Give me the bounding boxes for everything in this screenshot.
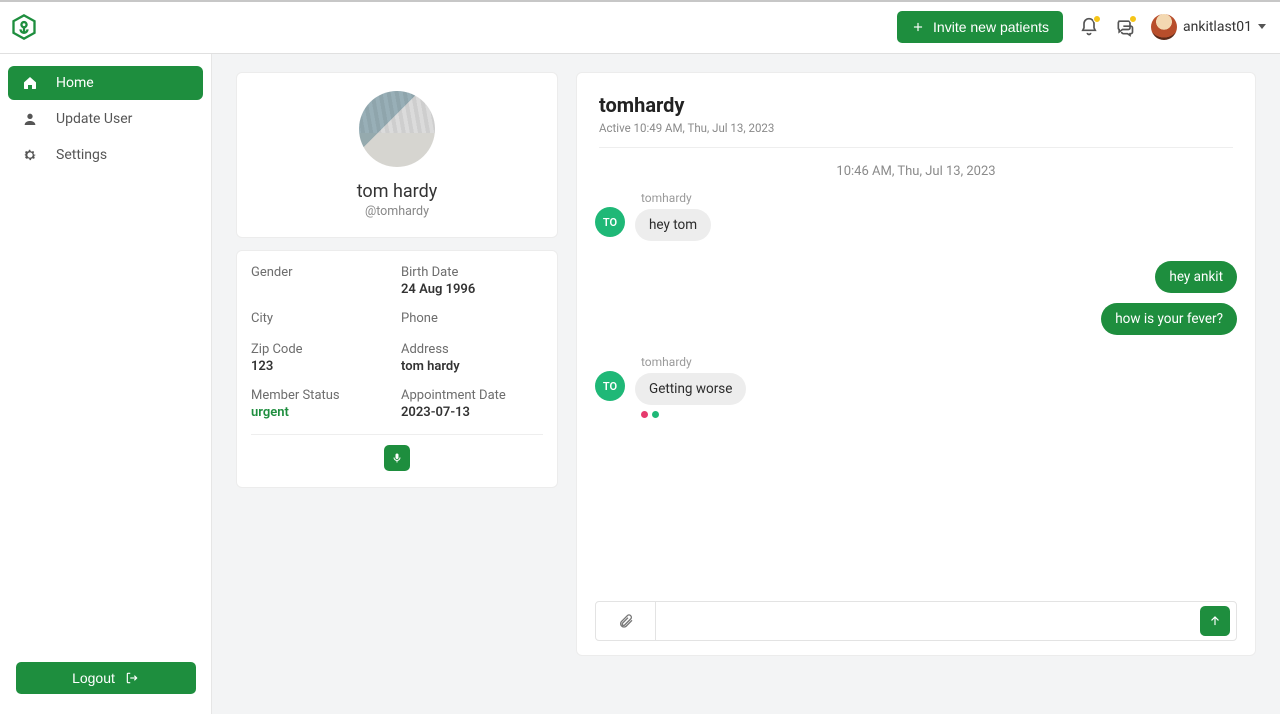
logout-button[interactable]: Logout (16, 662, 196, 694)
message-row: TO tomhardy Getting worse (595, 355, 1237, 418)
sender-avatar: TO (595, 371, 625, 401)
home-icon (22, 75, 38, 91)
sidebar-item-label: Home (56, 75, 94, 91)
messages-dot (1129, 15, 1137, 23)
profile-handle: @tomhardy (255, 204, 539, 219)
chat-active-status: Active 10:49 AM, Thu, Jul 13, 2023 (599, 121, 1233, 135)
profile-card: tom hardy @tomhardy (236, 72, 558, 238)
message-row-mine: hey ankit how is your fever? (595, 261, 1237, 335)
message-bubble: how is your fever? (1101, 303, 1237, 335)
avatar (1151, 14, 1177, 40)
field-zip: Zip Code 123 (251, 342, 393, 374)
user-icon (22, 111, 38, 127)
send-button[interactable] (1200, 606, 1230, 636)
message-bubble: hey tom (635, 209, 711, 241)
main-content: tom hardy @tomhardy Gender Birth Date 24… (212, 54, 1280, 714)
typing-indicator (641, 411, 659, 418)
message-sender: tomhardy (641, 191, 692, 205)
chat-date-divider: 10:46 AM, Thu, Jul 13, 2023 (595, 160, 1237, 191)
microphone-icon (391, 452, 403, 464)
paperclip-icon (618, 613, 634, 629)
logout-icon (125, 671, 139, 685)
sidebar-item-label: Settings (56, 147, 107, 163)
chat-panel: tomhardy Active 10:49 AM, Thu, Jul 13, 2… (576, 72, 1256, 656)
field-phone: Phone (401, 311, 543, 328)
field-address: Address tom hardy (401, 342, 543, 374)
sidebar-item-home[interactable]: Home (8, 66, 203, 100)
username: ankitlast01 (1183, 19, 1252, 35)
logout-label: Logout (72, 670, 115, 686)
invite-label: Invite new patients (933, 19, 1049, 35)
sidebar-item-label: Update User (56, 111, 132, 127)
arrow-up-icon (1208, 614, 1222, 628)
voice-note-button[interactable] (384, 445, 410, 471)
user-menu[interactable]: ankitlast01 (1151, 14, 1266, 40)
messages-button[interactable] (1115, 17, 1135, 37)
field-birth-date: Birth Date 24 Aug 1996 (401, 265, 543, 297)
message-row: TO tomhardy hey tom (595, 191, 1237, 241)
plus-icon (911, 20, 925, 34)
chat-scroll-area[interactable]: 10:46 AM, Thu, Jul 13, 2023 TO tomhardy … (577, 158, 1255, 601)
chat-composer (595, 601, 1237, 641)
sidebar-item-update-user[interactable]: Update User (8, 102, 203, 136)
message-sender: tomhardy (641, 355, 692, 369)
message-bubble: Getting worse (635, 373, 746, 405)
attach-button[interactable] (596, 602, 656, 640)
chevron-down-icon (1258, 24, 1266, 29)
chat-title: tomhardy (599, 93, 1233, 117)
brand-logo[interactable] (10, 13, 38, 41)
field-gender: Gender (251, 265, 393, 297)
invite-patients-button[interactable]: Invite new patients (897, 11, 1063, 43)
profile-name: tom hardy (255, 181, 539, 202)
notifications-button[interactable] (1079, 17, 1099, 37)
field-member-status: Member Status urgent (251, 388, 393, 420)
notification-dot (1093, 15, 1101, 23)
message-bubble: hey ankit (1155, 261, 1237, 293)
sidebar: Home Update User Settings Logout (0, 54, 212, 714)
sidebar-item-settings[interactable]: Settings (8, 138, 203, 172)
field-appointment-date: Appointment Date 2023-07-13 (401, 388, 543, 420)
field-city: City (251, 311, 393, 328)
profile-details-card: Gender Birth Date 24 Aug 1996 City Phone (236, 250, 558, 488)
gear-icon (22, 147, 38, 163)
chat-input[interactable] (656, 602, 1200, 640)
sender-avatar: TO (595, 207, 625, 237)
topbar: Invite new patients ankitlast01 (0, 0, 1280, 54)
profile-picture (359, 91, 435, 167)
